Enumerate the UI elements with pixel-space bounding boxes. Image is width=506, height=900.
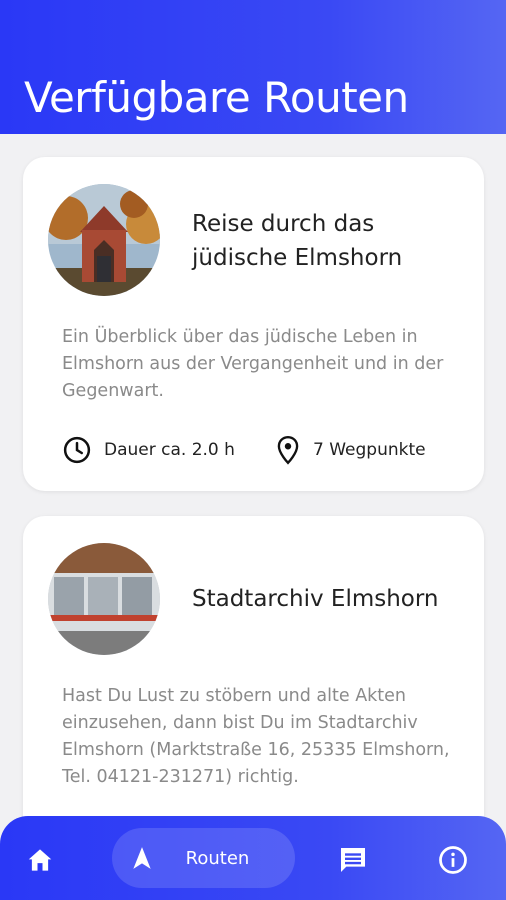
route-description: Ein Überblick über das jüdische Leben in… <box>62 327 444 401</box>
chat-icon <box>341 848 365 872</box>
route-description: Hast Du Lust zu stöbern und alte Akten e… <box>62 686 450 787</box>
navigation-arrow-icon <box>133 847 151 869</box>
route-title: Reise durch das jüdische Elmshorn <box>192 211 403 271</box>
route-card-stadtarchiv[interactable]: Stadtarchiv Elmshorn Hast Du Lust zu stö… <box>23 516 484 846</box>
nav-home[interactable] <box>20 840 60 880</box>
chapel-image <box>48 184 160 296</box>
waypoints-label: 7 Wegpunkte <box>313 440 426 460</box>
route-thumbnail <box>48 184 160 296</box>
nav-info[interactable] <box>433 840 473 880</box>
nav-chat[interactable] <box>333 840 373 880</box>
info-icon <box>439 846 467 874</box>
page-title: Verfügbare Routen <box>24 73 409 122</box>
location-pin-icon <box>277 435 299 465</box>
nav-routes[interactable]: Routen <box>112 828 295 888</box>
route-duration: Dauer ca. 2.0 h <box>62 433 235 467</box>
route-title: Stadtarchiv Elmshorn <box>192 586 439 612</box>
clock-icon <box>63 436 91 464</box>
app-header: Verfügbare Routen <box>0 0 506 134</box>
duration-label: Dauer ca. 2.0 h <box>104 440 235 460</box>
archive-building-image <box>48 543 160 655</box>
nav-routes-label: Routen <box>185 847 250 869</box>
bottom-navigation: Routen <box>0 816 506 900</box>
route-waypoints: 7 Wegpunkte <box>275 433 426 467</box>
route-thumbnail <box>48 543 160 655</box>
route-card-juedisches-elmshorn[interactable]: Reise durch das jüdische Elmshorn Ein Üb… <box>23 157 484 491</box>
home-icon <box>28 849 52 871</box>
